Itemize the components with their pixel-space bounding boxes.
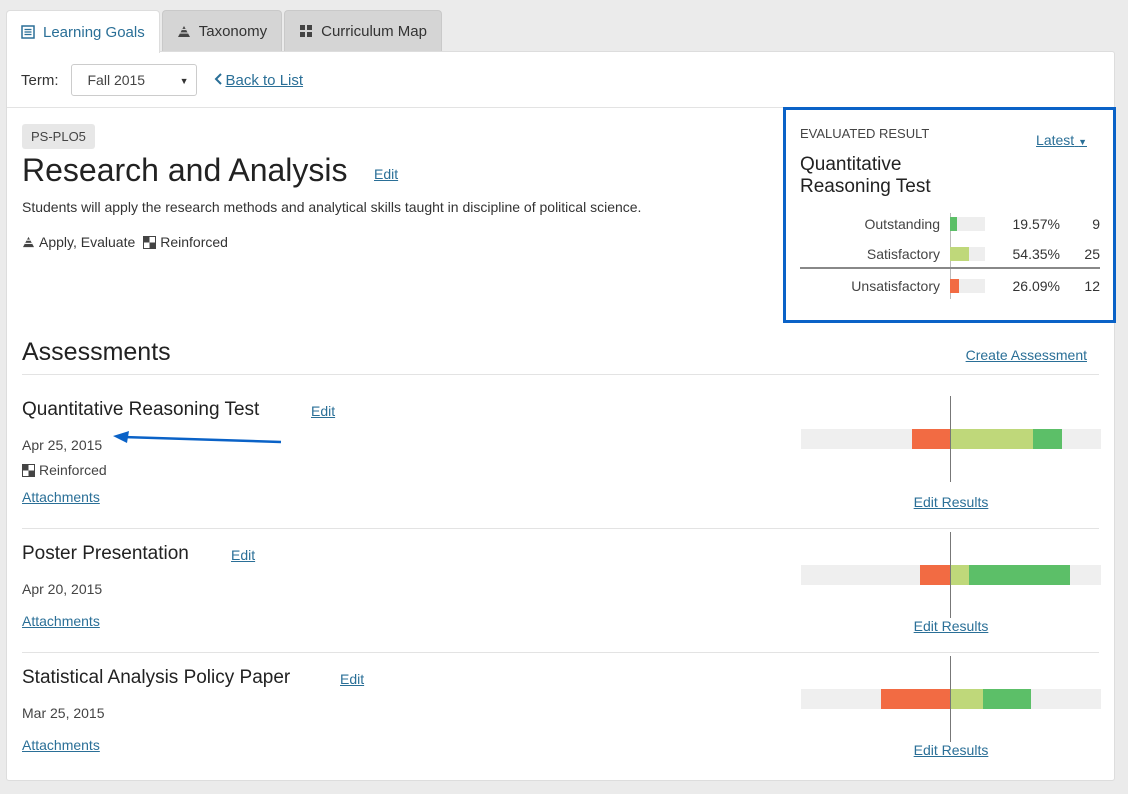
bar-segment-outstanding xyxy=(982,689,1031,709)
grid-icon xyxy=(299,24,313,38)
result-bar xyxy=(950,247,985,261)
result-bar-fill xyxy=(950,247,969,261)
divider xyxy=(22,652,1099,653)
result-label: Unsatisfactory xyxy=(851,278,940,294)
edit-results-link[interactable]: Edit Results xyxy=(801,494,1101,510)
result-bar-fill xyxy=(950,279,960,293)
edit-results-link[interactable]: Edit Results xyxy=(801,742,1101,758)
chart-center-axis xyxy=(950,396,951,482)
term-select[interactable]: Fall 2015 ▼ xyxy=(70,64,197,96)
bar-segment-satisfactory xyxy=(951,689,983,709)
result-label: Satisfactory xyxy=(866,246,940,262)
tab-bar: Learning Goals Taxonomy Curriculum Map xyxy=(6,10,442,53)
pyramid-icon xyxy=(177,25,191,38)
main-panel: Term: Fall 2015 ▼ Back to List PS-PLO5 R… xyxy=(6,51,1116,781)
tab-label: Curriculum Map xyxy=(321,22,427,40)
result-percent: 26.09% xyxy=(1012,278,1060,294)
result-count: 12 xyxy=(1084,278,1100,294)
annotation-arrow-icon xyxy=(113,431,282,444)
assessment-date: Apr 25, 2015 xyxy=(22,437,103,453)
checker-icon xyxy=(143,235,157,249)
assessment-level-label: Reinforced xyxy=(39,462,107,478)
result-count: 9 xyxy=(1092,216,1100,232)
assessment-name: Poster Presentation xyxy=(22,543,189,564)
edit-results-link[interactable]: Edit Results xyxy=(801,618,1101,634)
result-bar xyxy=(950,279,985,293)
bar-segment-unsatisfactory xyxy=(911,429,951,449)
edit-assessment-link[interactable]: Edit xyxy=(231,547,255,563)
results-bar-chart xyxy=(801,656,1101,742)
evaluated-assessment-name: Quantitative Reasoning Test xyxy=(800,154,931,197)
result-count: 25 xyxy=(1084,246,1100,262)
bar-segment-satisfactory xyxy=(951,429,1033,449)
results-bar-chart xyxy=(801,396,1101,482)
evaluated-result-panel: EVALUATED RESULT Latest ▼ Quantitative R… xyxy=(783,107,1116,323)
threshold-divider xyxy=(800,267,1100,269)
assessment-name: Statistical Analysis Policy Paper xyxy=(22,667,291,688)
caret-down-icon: ▼ xyxy=(179,76,189,86)
create-assessment-link[interactable]: Create Assessment xyxy=(966,347,1087,363)
edit-assessment-link[interactable]: Edit xyxy=(311,403,335,419)
back-to-list-label: Back to List xyxy=(225,71,304,89)
toolbar: Term: Fall 2015 ▼ Back to List xyxy=(21,64,303,96)
bar-segment-unsatisfactory xyxy=(880,689,951,709)
latest-dropdown[interactable]: Latest ▼ xyxy=(1036,132,1087,148)
assessment-level: Reinforced xyxy=(22,462,107,478)
goal-level: Reinforced xyxy=(160,234,228,250)
attachments-link[interactable]: Attachments xyxy=(22,613,100,629)
term-label: Term: xyxy=(21,71,59,89)
chart-center-axis xyxy=(950,656,951,742)
result-row-outstanding: Outstanding 19.57% 9 xyxy=(800,211,1101,237)
chart-center-axis xyxy=(950,532,951,618)
tab-label: Taxonomy xyxy=(198,22,268,40)
assessment-item: Poster Presentation Edit Apr 20, 2015 At… xyxy=(22,532,1101,643)
results-bar-chart xyxy=(801,532,1101,618)
tab-label: Learning Goals xyxy=(43,23,145,41)
assessments-heading: Assessments xyxy=(22,338,171,366)
back-to-list-link[interactable]: Back to List xyxy=(214,71,304,89)
result-label: Outstanding xyxy=(864,216,941,232)
list-icon xyxy=(21,25,35,39)
bar-segment-unsatisfactory xyxy=(919,565,951,585)
evaluated-result-heading: EVALUATED RESULT xyxy=(800,126,930,141)
assessment-date: Mar 25, 2015 xyxy=(22,705,105,721)
tab-learning-goals[interactable]: Learning Goals xyxy=(6,10,160,53)
edit-goal-link[interactable]: Edit xyxy=(374,166,398,182)
goal-meta: Apply, Evaluate Reinforced xyxy=(22,234,228,250)
result-percent: 19.57% xyxy=(1012,216,1060,232)
checker-icon xyxy=(22,463,35,477)
attachments-link[interactable]: Attachments xyxy=(22,489,100,505)
assessment-item: Quantitative Reasoning Test Edit Apr 25,… xyxy=(22,396,1101,519)
result-percent: 54.35% xyxy=(1012,246,1060,262)
divider xyxy=(22,528,1099,529)
attachments-link[interactable]: Attachments xyxy=(22,737,100,753)
assessment-item: Statistical Analysis Policy Paper Edit M… xyxy=(22,656,1101,767)
divider xyxy=(22,374,1099,375)
page-title: Research and Analysis xyxy=(22,152,348,188)
assessment-name: Quantitative Reasoning Test xyxy=(22,399,260,420)
result-row-unsatisfactory: Unsatisfactory 26.09% 12 xyxy=(800,273,1100,299)
goal-code-badge: PS-PLO5 xyxy=(22,124,95,149)
result-row-satisfactory: Satisfactory 54.35% 25 xyxy=(800,241,1100,267)
goal-taxonomy: Apply, Evaluate xyxy=(39,234,136,250)
bar-segment-outstanding xyxy=(1032,429,1062,449)
chevron-left-icon xyxy=(214,72,223,89)
term-value: Fall 2015 xyxy=(87,72,146,88)
latest-label: Latest xyxy=(1036,132,1075,148)
assessment-date: Apr 20, 2015 xyxy=(22,581,103,597)
bar-segment-satisfactory xyxy=(951,565,969,585)
goal-description: Students will apply the research methods… xyxy=(22,199,642,215)
caret-down-icon: ▼ xyxy=(1078,137,1087,147)
tab-taxonomy[interactable]: Taxonomy xyxy=(161,10,283,51)
tab-curriculum-map[interactable]: Curriculum Map xyxy=(284,10,442,51)
pyramid-icon xyxy=(22,236,35,248)
result-bar-fill xyxy=(950,217,957,231)
bar-segment-outstanding xyxy=(969,565,1070,585)
edit-assessment-link[interactable]: Edit xyxy=(340,671,364,687)
result-bar xyxy=(950,217,985,231)
